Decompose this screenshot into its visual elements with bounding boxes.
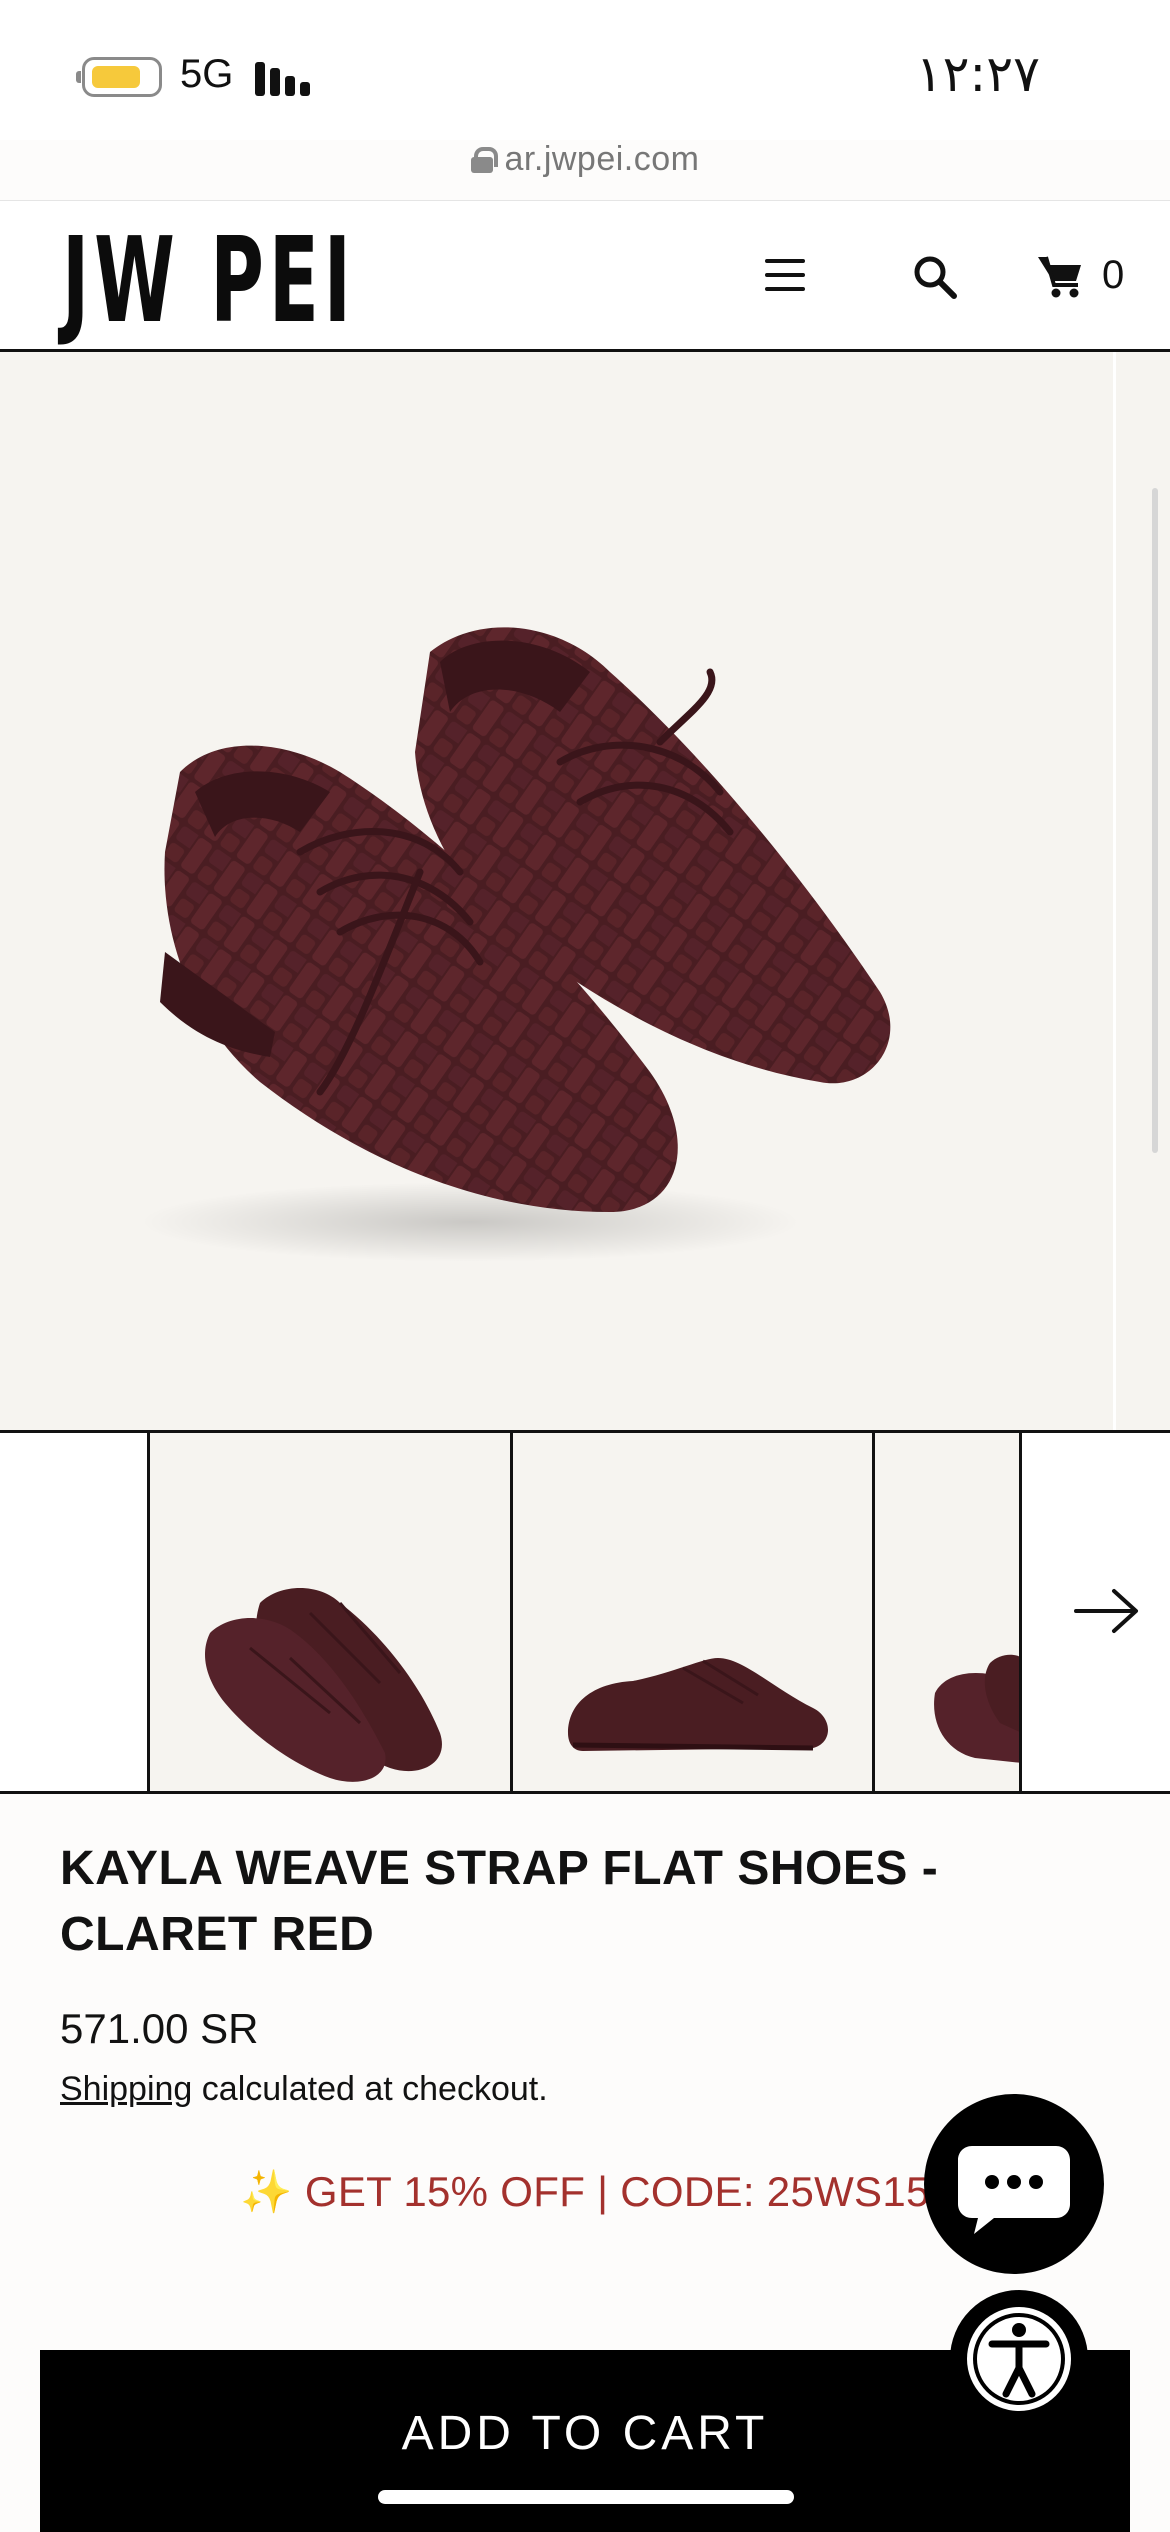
battery-icon	[76, 57, 162, 97]
accessibility-icon	[967, 2307, 1071, 2411]
brand-logo[interactable]: JW PEI	[62, 221, 356, 339]
lock-icon	[470, 147, 498, 173]
chat-button[interactable]	[924, 2094, 1104, 2274]
shipping-text: calculated at checkout.	[192, 2070, 548, 2108]
signal-icon	[255, 60, 315, 96]
scroll-indicator	[1152, 488, 1158, 1153]
cart-count: 0	[1102, 253, 1125, 297]
thumbnail-3[interactable]	[875, 1433, 1022, 1791]
home-indicator[interactable]	[378, 2490, 794, 2504]
arrow-right-icon	[1074, 1589, 1138, 1633]
product-title: KAYLA WEAVE STRAP FLAT SHOES - CLARET RE…	[60, 1842, 939, 1961]
product-price: 571.00 SR	[60, 2005, 259, 2052]
url-text: ar.jwpei.com	[504, 140, 700, 178]
address-bar[interactable]: ar.jwpei.com	[0, 140, 1170, 200]
thumbnail-2[interactable]	[513, 1433, 875, 1791]
clock: ۱۲:۲۷	[915, 45, 1040, 103]
accessibility-button[interactable]	[950, 2290, 1088, 2428]
status-bar: 5G ۱۲:۲۷	[0, 0, 1170, 140]
product-image-main[interactable]	[0, 352, 1113, 1430]
thumbnail-1[interactable]	[150, 1433, 513, 1791]
network-type: 5G	[180, 52, 234, 96]
thumbnail-strip	[0, 1430, 1170, 1794]
chat-icon	[958, 2146, 1070, 2234]
shoe-image	[140, 627, 891, 1262]
thumbnail-next-button[interactable]	[1022, 1433, 1170, 1791]
cart-icon	[1038, 256, 1081, 298]
search-icon[interactable]	[912, 254, 958, 300]
product-image-next-peek	[1113, 352, 1170, 1430]
menu-icon[interactable]	[765, 259, 809, 293]
site-header: JW PEI 0	[0, 200, 1170, 352]
thumbnail-previous[interactable]	[0, 1433, 150, 1791]
shipping-link[interactable]: Shipping	[60, 2070, 192, 2108]
shipping-note: Shipping calculated at checkout.	[60, 2070, 548, 2109]
